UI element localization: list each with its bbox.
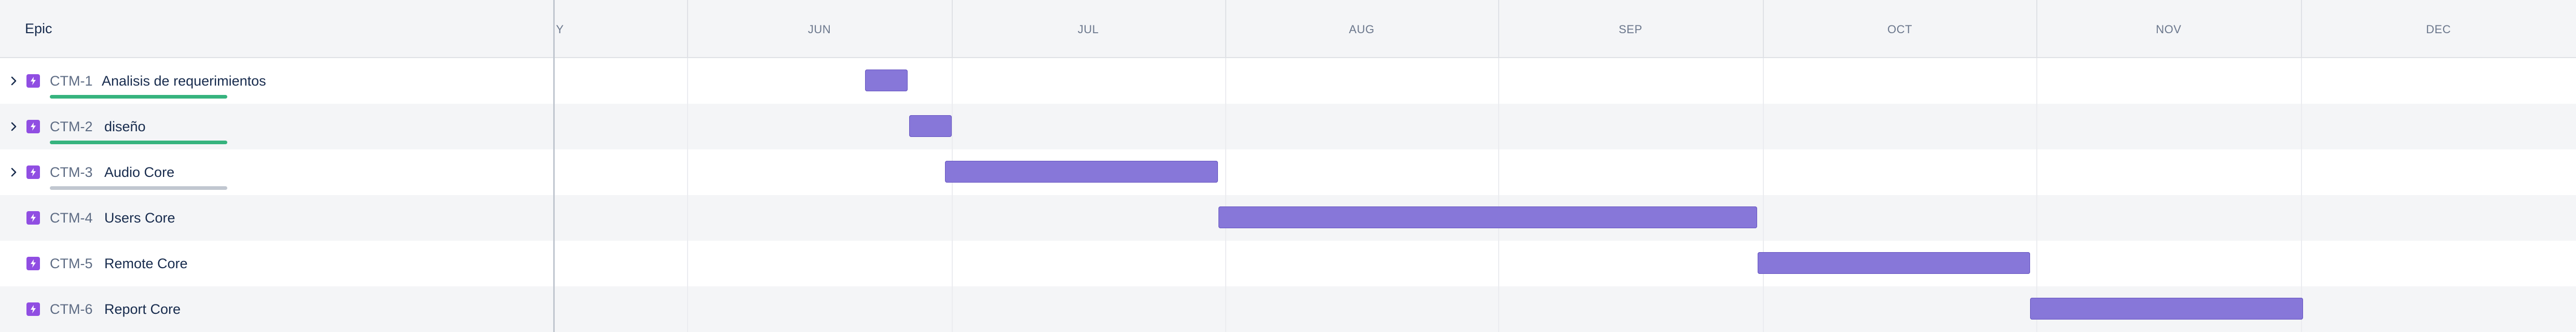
roadmap-view: Epic CTM-1 Analisis de requerimientos CT… [0,0,2576,332]
epic-lightning-icon [26,302,40,316]
epic-title[interactable]: Users Core [104,210,175,226]
epic-row[interactable]: CTM-2 diseño [0,104,553,149]
epic-panel: Epic CTM-1 Analisis de requerimientos CT… [0,0,555,332]
month-label: JUL [1077,23,1099,36]
epic-column-header: Epic [0,0,553,58]
epic-title[interactable]: Analisis de requerimientos [102,73,266,89]
epic-title[interactable]: Remote Core [104,256,188,272]
epic-lightning-icon [26,211,40,225]
epic-row[interactable]: CTM-4 Users Core [0,195,553,241]
month-divider [1498,0,1499,58]
month-label: NOV [2156,23,2182,36]
month-divider [2036,0,2037,58]
timeline-row [555,104,2576,149]
epic-key[interactable]: CTM-4 [50,210,93,226]
epic-title[interactable]: Audio Core [104,164,174,181]
chevron-right-icon[interactable] [8,121,20,132]
month-label: JUN [807,23,831,36]
epic-schedule-bar[interactable] [2030,298,2303,320]
epic-schedule-bar[interactable] [865,70,908,91]
timeline-row [555,241,2576,286]
epic-row[interactable]: CTM-1 Analisis de requerimientos [0,58,553,104]
timeline-row [555,149,2576,195]
epic-progress-bar [50,186,227,190]
epic-progress-bar [50,95,227,99]
timeline-row [555,58,2576,104]
epic-progress-bar [50,141,227,144]
epic-key[interactable]: CTM-1 [50,73,93,89]
epic-key[interactable]: CTM-3 [50,164,93,181]
epic-row[interactable]: CTM-6 Report Core [0,286,553,332]
epic-lightning-icon [26,257,40,270]
month-label: OCT [1887,23,1912,36]
epic-schedule-bar[interactable] [945,161,1218,183]
epic-column-header-label: Epic [25,20,52,36]
epic-key[interactable]: CTM-5 [50,256,93,272]
timeline-panel[interactable]: Y JUN JUL AUG SEP OCT NOV DEC [555,0,2576,332]
month-divider [687,0,688,58]
progress-fill [50,95,227,99]
epic-row[interactable]: CTM-3 Audio Core [0,149,553,195]
epic-row[interactable]: CTM-5 Remote Core [0,241,553,286]
month-divider [1225,0,1226,58]
epic-schedule-bar[interactable] [1218,206,1757,228]
month-divider [1763,0,1764,58]
month-label: DEC [2426,23,2451,36]
month-divider [952,0,953,58]
epic-lightning-icon [26,74,40,88]
epic-lightning-icon [26,165,40,179]
month-label: SEP [1619,23,1642,36]
chevron-right-icon[interactable] [8,75,20,87]
epic-key[interactable]: CTM-2 [50,119,93,135]
chevron-right-icon[interactable] [8,167,20,178]
progress-fill [50,141,227,144]
timeline-header: Y JUN JUL AUG SEP OCT NOV DEC [555,0,2576,58]
month-divider [2301,0,2302,58]
epic-title[interactable]: Report Core [104,301,181,317]
epic-lightning-icon [26,120,40,133]
month-label: Y [556,23,564,36]
month-label: AUG [1349,23,1375,36]
epic-key[interactable]: CTM-6 [50,301,93,317]
epic-schedule-bar[interactable] [909,115,952,137]
epic-title[interactable]: diseño [104,119,146,135]
epic-schedule-bar[interactable] [1758,252,2030,274]
